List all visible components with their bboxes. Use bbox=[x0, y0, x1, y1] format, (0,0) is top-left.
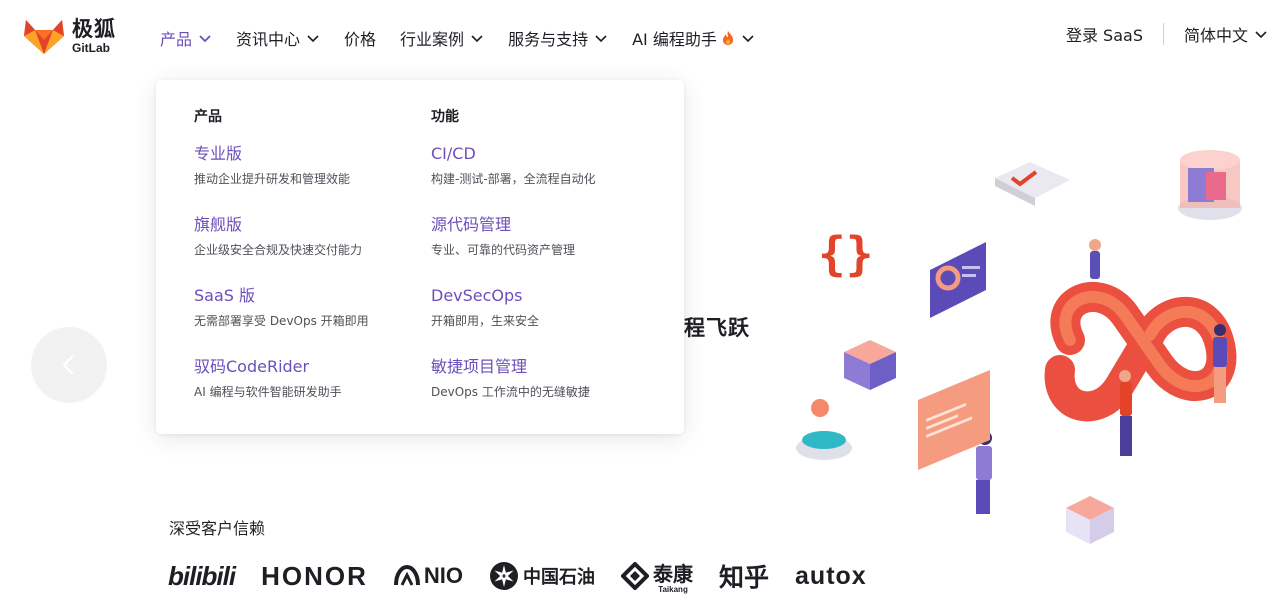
menu-item-desc: 专业、可靠的代码资产管理 bbox=[431, 243, 576, 257]
nav-item-label: AI 编程助手 bbox=[632, 30, 717, 49]
chevron-down-icon bbox=[742, 35, 754, 43]
honor-logo: HONOR bbox=[261, 560, 368, 591]
chevron-down-icon bbox=[307, 35, 319, 43]
braces-icon: {} bbox=[818, 227, 873, 281]
person-figure-icon bbox=[1089, 239, 1101, 279]
menu-item-title: 专业版 bbox=[194, 144, 243, 163]
chart-card-icon bbox=[930, 242, 986, 318]
customer-logo-row: bilibili HONOR NIO 中国石油 泰康 Taikang 知乎 au… bbox=[168, 556, 893, 595]
language-selector[interactable]: 简体中文 bbox=[1184, 22, 1268, 46]
nio-logo: NIO bbox=[393, 563, 464, 589]
nav-item-label: 资讯中心 bbox=[236, 30, 301, 49]
taikang-mark-icon bbox=[621, 562, 650, 590]
menu-item-desc: 推动企业提升研发和管理效能 bbox=[194, 172, 351, 186]
nav-item-news[interactable]: 资讯中心 bbox=[236, 26, 320, 50]
menu-item-desc: AI 编程与软件智能研发助手 bbox=[194, 385, 342, 399]
menu-item-saas[interactable]: SaaS 版 无需部署享受 DevOps 开箱即用 bbox=[194, 286, 369, 357]
petrochina-logo: 中国石油 bbox=[489, 561, 595, 591]
check-card-icon bbox=[995, 162, 1070, 206]
menu-item-ultimate[interactable]: 旗舰版 企业级安全合规及快速交付能力 bbox=[194, 215, 369, 286]
menu-item-cicd[interactable]: CI/CD 构建-测试-部署，全流程自动化 bbox=[431, 144, 596, 215]
petrochina-mark-icon bbox=[490, 562, 519, 590]
menu-item-desc: DevOps 工作流中的无缝敏捷 bbox=[431, 385, 590, 399]
menu-item-source-code[interactable]: 源代码管理 专业、可靠的代码资产管理 bbox=[431, 215, 596, 286]
carousel-prev-button[interactable] bbox=[31, 327, 107, 403]
nav-item-support[interactable]: 服务与支持 bbox=[508, 26, 608, 50]
taikang-logo-text: 泰康 bbox=[653, 562, 694, 586]
data-cylinder-icon bbox=[1178, 150, 1242, 220]
fire-icon bbox=[722, 31, 733, 45]
menu-item-desc: 无需部署享受 DevOps 开箱即用 bbox=[194, 314, 369, 328]
nio-mark-icon bbox=[393, 565, 420, 586]
header-divider bbox=[1162, 23, 1164, 45]
menu-item-agile[interactable]: 敏捷项目管理 DevOps 工作流中的无缝敏捷 bbox=[431, 357, 596, 428]
autox-logo: autox bbox=[795, 561, 867, 590]
menu-item-desc: 开箱即用，生来安全 bbox=[431, 314, 540, 328]
server-stack-icon bbox=[844, 340, 896, 390]
nav-item-label: 价格 bbox=[344, 30, 377, 49]
infinity-loop-icon bbox=[1044, 282, 1237, 422]
header-actions: 登录 SaaS 简体中文 bbox=[1066, 22, 1268, 46]
menu-item-desc: 构建-测试-部署，全流程自动化 bbox=[431, 172, 596, 186]
dropdown-column-products: 产品 专业版 推动企业提升研发和管理效能 旗舰版 企业级安全合规及快速交付能力 … bbox=[194, 106, 369, 428]
dropdown-column-heading: 功能 bbox=[431, 109, 459, 125]
brand-name-cn: 极狐 bbox=[72, 16, 116, 41]
menu-item-title: CI/CD bbox=[431, 144, 476, 163]
menu-item-title: 驭码CodeRider bbox=[194, 357, 310, 376]
server-stack-icon bbox=[1066, 496, 1114, 544]
dropdown-column-features: 功能 CI/CD 构建-测试-部署，全流程自动化 源代码管理 专业、可靠的代码资… bbox=[431, 106, 596, 428]
menu-item-title: DevSecOps bbox=[431, 286, 523, 305]
taikang-logo-subtext: Taikang bbox=[658, 585, 688, 594]
chevron-left-icon bbox=[62, 355, 74, 375]
menu-item-devsecops[interactable]: DevSecOps 开箱即用，生来安全 bbox=[431, 286, 596, 357]
nio-logo-text: NIO bbox=[423, 563, 464, 588]
dropdown-column-heading: 产品 bbox=[194, 109, 222, 125]
nav-item-pricing[interactable]: 价格 bbox=[344, 26, 376, 50]
devops-illustration: {} bbox=[796, 150, 1242, 544]
zhihu-logo: 知乎 bbox=[719, 563, 770, 592]
nav-item-label: 产品 bbox=[160, 30, 193, 49]
menu-item-title: 源代码管理 bbox=[431, 215, 512, 234]
nav-item-label: 行业案例 bbox=[400, 30, 465, 49]
language-label: 简体中文 bbox=[1183, 26, 1248, 45]
products-dropdown-menu: 产品 专业版 推动企业提升研发和管理效能 旗舰版 企业级安全合规及快速交付能力 … bbox=[156, 80, 684, 434]
login-saas-link[interactable]: 登录 SaaS bbox=[1066, 22, 1143, 46]
bilibili-logo: bilibili bbox=[168, 560, 236, 591]
main-nav: 产品 资讯中心 价格 行业案例 服务与支持 AI 编程助手 bbox=[160, 24, 779, 52]
menu-item-desc: 企业级安全合规及快速交付能力 bbox=[194, 243, 363, 257]
nav-item-products[interactable]: 产品 bbox=[160, 26, 212, 50]
petrochina-logo-text: 中国石油 bbox=[523, 567, 596, 588]
brand-name-en: GitLab bbox=[72, 40, 110, 55]
menu-item-professional[interactable]: 专业版 推动企业提升研发和管理效能 bbox=[194, 144, 369, 215]
menu-item-title: 敏捷项目管理 bbox=[431, 357, 528, 376]
fox-logo-icon bbox=[24, 20, 64, 54]
top-header: 极狐 GitLab 产品 资讯中心 价格 行业案例 服务与支持 AI 编程助手 bbox=[0, 0, 1280, 76]
chevron-down-icon bbox=[199, 35, 211, 43]
person-figure-icon bbox=[1119, 370, 1132, 456]
menu-item-title: 旗舰版 bbox=[194, 215, 243, 234]
button-pad-icon bbox=[796, 399, 852, 460]
chevron-down-icon bbox=[471, 35, 483, 43]
customers-title: 深受客户信赖 bbox=[169, 519, 266, 538]
nav-item-ai-assistant[interactable]: AI 编程助手 bbox=[632, 26, 755, 50]
chevron-down-icon bbox=[595, 35, 607, 43]
nav-item-label: 服务与支持 bbox=[508, 30, 589, 49]
nav-item-cases[interactable]: 行业案例 bbox=[400, 26, 484, 50]
chevron-down-icon bbox=[1255, 31, 1267, 39]
menu-item-coderider[interactable]: 驭码CodeRider AI 编程与软件智能研发助手 bbox=[194, 357, 369, 428]
taikang-logo: 泰康 Taikang bbox=[621, 558, 693, 594]
brand-logo[interactable]: 极狐 GitLab bbox=[22, 14, 122, 58]
menu-item-title: SaaS 版 bbox=[194, 286, 256, 305]
hero-heading-fragment: 程飞跃 bbox=[684, 316, 750, 340]
